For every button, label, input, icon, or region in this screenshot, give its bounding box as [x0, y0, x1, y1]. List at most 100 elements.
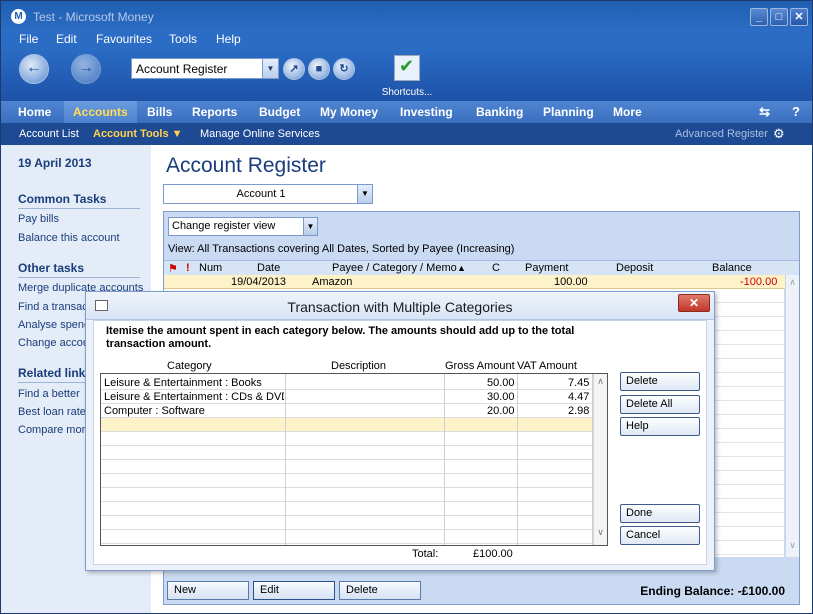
table-row[interactable] — [101, 446, 593, 460]
scroll-down-icon[interactable]: ∨ — [594, 527, 607, 538]
tab-bills[interactable]: Bills — [138, 101, 181, 123]
col-deposit[interactable]: Deposit — [616, 262, 653, 274]
gear-icon[interactable]: ⚙ — [773, 126, 785, 142]
table-row[interactable] — [101, 460, 593, 474]
row-date: 19/04/2013 — [231, 276, 287, 288]
table-row[interactable] — [101, 516, 593, 530]
chevron-down-icon[interactable]: ▼ — [262, 59, 278, 78]
task-balance-account[interactable]: Balance this account — [18, 232, 120, 244]
menu-favourites[interactable]: Favourites — [96, 32, 152, 46]
back-arrow-icon[interactable]: ← — [19, 54, 49, 84]
account-select[interactable]: Account 1 ▼ — [163, 184, 373, 204]
split-category: Leisure & Entertainment : Books — [104, 377, 262, 389]
task-analyse-spending[interactable]: Analyse spend — [18, 319, 90, 331]
table-row[interactable]: 19/04/2013 Amazon 100.00 -100.00 — [164, 275, 799, 289]
go-icon[interactable]: ↗ — [283, 58, 305, 80]
done-button[interactable]: Done — [620, 504, 700, 523]
menu-file[interactable]: File — [19, 32, 38, 46]
shortcuts-button[interactable]: Shortcuts... — [381, 55, 433, 98]
subnav-advanced-register[interactable]: Advanced Register — [675, 128, 768, 140]
grid-divider — [517, 374, 518, 545]
scroll-down-icon[interactable]: ∨ — [786, 540, 799, 551]
split-vat: 4.47 — [568, 391, 590, 403]
col-payment[interactable]: Payment — [525, 262, 568, 274]
split-delete-button[interactable]: Delete — [620, 372, 700, 391]
table-row[interactable] — [101, 530, 593, 544]
table-row[interactable] — [101, 474, 593, 488]
cancel-button[interactable]: Cancel — [620, 526, 700, 545]
table-row[interactable] — [101, 502, 593, 516]
chevron-down-icon[interactable]: ▼ — [357, 185, 372, 203]
tab-my-money[interactable]: My Money — [311, 101, 387, 123]
main-tab-bar: Home Accounts Bills Reports Budget My Mo… — [1, 101, 812, 123]
subnav-account-list[interactable]: Account List — [19, 128, 79, 140]
split-grid-scrollbar[interactable]: ∧ ∨ — [593, 374, 607, 545]
shortcuts-label: Shortcuts... — [381, 87, 433, 98]
col-balance[interactable]: Balance — [712, 262, 752, 274]
split-gross: 50.00 — [487, 377, 515, 389]
help-icon[interactable]: ? — [792, 104, 800, 120]
chevron-down-icon[interactable]: ▼ — [303, 218, 317, 235]
tab-more[interactable]: More — [604, 101, 651, 123]
col-cleared[interactable]: C — [492, 262, 500, 274]
tab-planning[interactable]: Planning — [534, 101, 603, 123]
stop-icon[interactable]: ■ — [308, 58, 330, 80]
tab-reports[interactable]: Reports — [183, 101, 246, 123]
related-best-loan[interactable]: Best loan rate — [18, 406, 86, 418]
important-icon[interactable]: ! — [186, 262, 190, 274]
task-pay-bills[interactable]: Pay bills — [18, 213, 59, 225]
location-combo[interactable]: Account Register ▼ — [131, 58, 279, 79]
table-row[interactable]: Computer : Software 20.00 2.98 — [101, 404, 593, 418]
subnav-account-tools-label: Account Tools — [93, 128, 169, 140]
register-view-select[interactable]: Change register view ▼ — [168, 217, 318, 236]
split-delete-all-button[interactable]: Delete All — [620, 395, 700, 414]
tab-home[interactable]: Home — [9, 101, 60, 123]
tab-budget[interactable]: Budget — [250, 101, 309, 123]
sync-icon[interactable]: ⇆ — [759, 104, 770, 120]
maximize-icon[interactable]: □ — [770, 8, 788, 26]
tab-banking[interactable]: Banking — [467, 101, 532, 123]
col-payee[interactable]: Payee / Category / Memo — [332, 262, 457, 274]
table-row[interactable]: Leisure & Entertainment : CDs & DVDs 30.… — [101, 390, 593, 404]
new-button[interactable]: New — [167, 581, 249, 600]
edit-button[interactable]: Edit — [253, 581, 335, 600]
register-footer: New Edit Delete Ending Balance: -£100.00 — [164, 576, 799, 604]
table-row[interactable]: Leisure & Entertainment : Books 50.00 7.… — [101, 376, 593, 390]
table-row[interactable] — [101, 432, 593, 446]
dialog-body: Itemise the amount spent in each categor… — [93, 320, 707, 565]
other-tasks-heading: Other tasks — [18, 261, 140, 278]
task-find-transaction[interactable]: Find a transac — [18, 301, 88, 313]
col-category: Category — [167, 360, 212, 372]
subnav-manage-online[interactable]: Manage Online Services — [200, 128, 320, 140]
delete-button[interactable]: Delete — [339, 581, 421, 600]
table-row[interactable] — [101, 418, 593, 432]
split-help-button[interactable]: Help — [620, 417, 700, 436]
table-row[interactable] — [101, 488, 593, 502]
menu-help[interactable]: Help — [216, 32, 241, 46]
split-gross: 30.00 — [487, 391, 515, 403]
tab-accounts[interactable]: Accounts — [64, 101, 137, 123]
task-change-account[interactable]: Change accou — [18, 337, 89, 349]
related-compare-mortgage[interactable]: Compare mort — [18, 424, 88, 436]
dialog-title-bar: Transaction with Multiple Categories ✕ — [86, 292, 714, 320]
scroll-up-icon[interactable]: ∧ — [594, 376, 607, 387]
menu-edit[interactable]: Edit — [56, 32, 77, 46]
col-num[interactable]: Num — [199, 262, 222, 274]
forward-arrow-icon[interactable]: → — [71, 54, 101, 84]
subnav-account-tools[interactable]: Account Tools ▼ — [93, 128, 183, 140]
ending-balance: Ending Balance: -£100.00 — [640, 584, 785, 598]
col-date[interactable]: Date — [257, 262, 280, 274]
register-scrollbar[interactable]: ∧ ∨ — [785, 275, 799, 557]
tab-investing[interactable]: Investing — [391, 101, 462, 123]
scroll-up-icon[interactable]: ∧ — [786, 277, 799, 288]
close-icon[interactable]: ✕ — [790, 8, 808, 26]
app-window: M Test - Microsoft Money _ □ ✕ File Edit… — [0, 0, 813, 614]
flag-icon[interactable]: ⚑ — [168, 262, 178, 275]
money-app-icon[interactable]: M — [11, 9, 26, 24]
menu-tools[interactable]: Tools — [169, 32, 197, 46]
split-grid-header: Category Description Gross Amount VAT Am… — [101, 360, 596, 374]
close-icon[interactable]: ✕ — [678, 294, 710, 312]
minimize-icon[interactable]: _ — [750, 8, 768, 26]
related-find-better[interactable]: Find a better — [18, 388, 80, 400]
refresh-icon[interactable]: ↻ — [333, 58, 355, 80]
